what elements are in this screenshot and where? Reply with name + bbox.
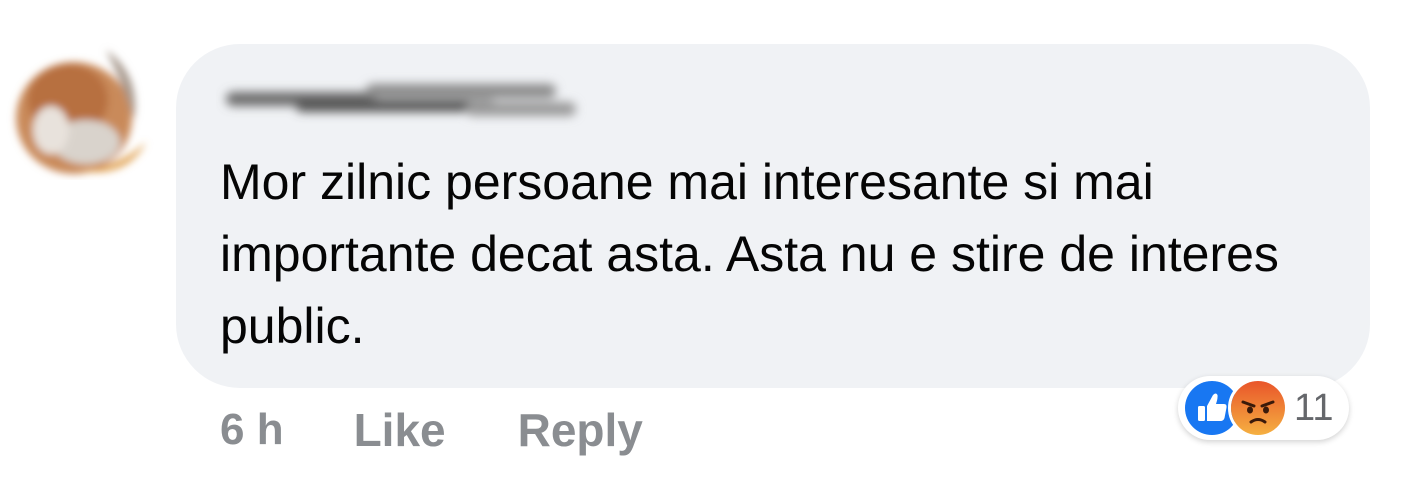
comment-timestamp[interactable]: 6 h: [220, 405, 284, 455]
author-name-blurred[interactable]: [216, 70, 596, 130]
reactions-summary[interactable]: 11: [1178, 376, 1350, 440]
comment-bubble: Mor zilnic persoane mai interesante si m…: [176, 44, 1370, 388]
reply-button[interactable]: Reply: [518, 403, 643, 457]
like-button[interactable]: Like: [354, 403, 446, 457]
comment-text: Mor zilnic persoane mai interesante si m…: [220, 154, 1279, 354]
comment-actions: 6 h Like Reply: [220, 400, 715, 460]
angry-icon: [1228, 378, 1288, 438]
avatar[interactable]: [6, 30, 156, 180]
avatar-image: [16, 50, 146, 174]
reaction-count: 11: [1294, 386, 1334, 429]
